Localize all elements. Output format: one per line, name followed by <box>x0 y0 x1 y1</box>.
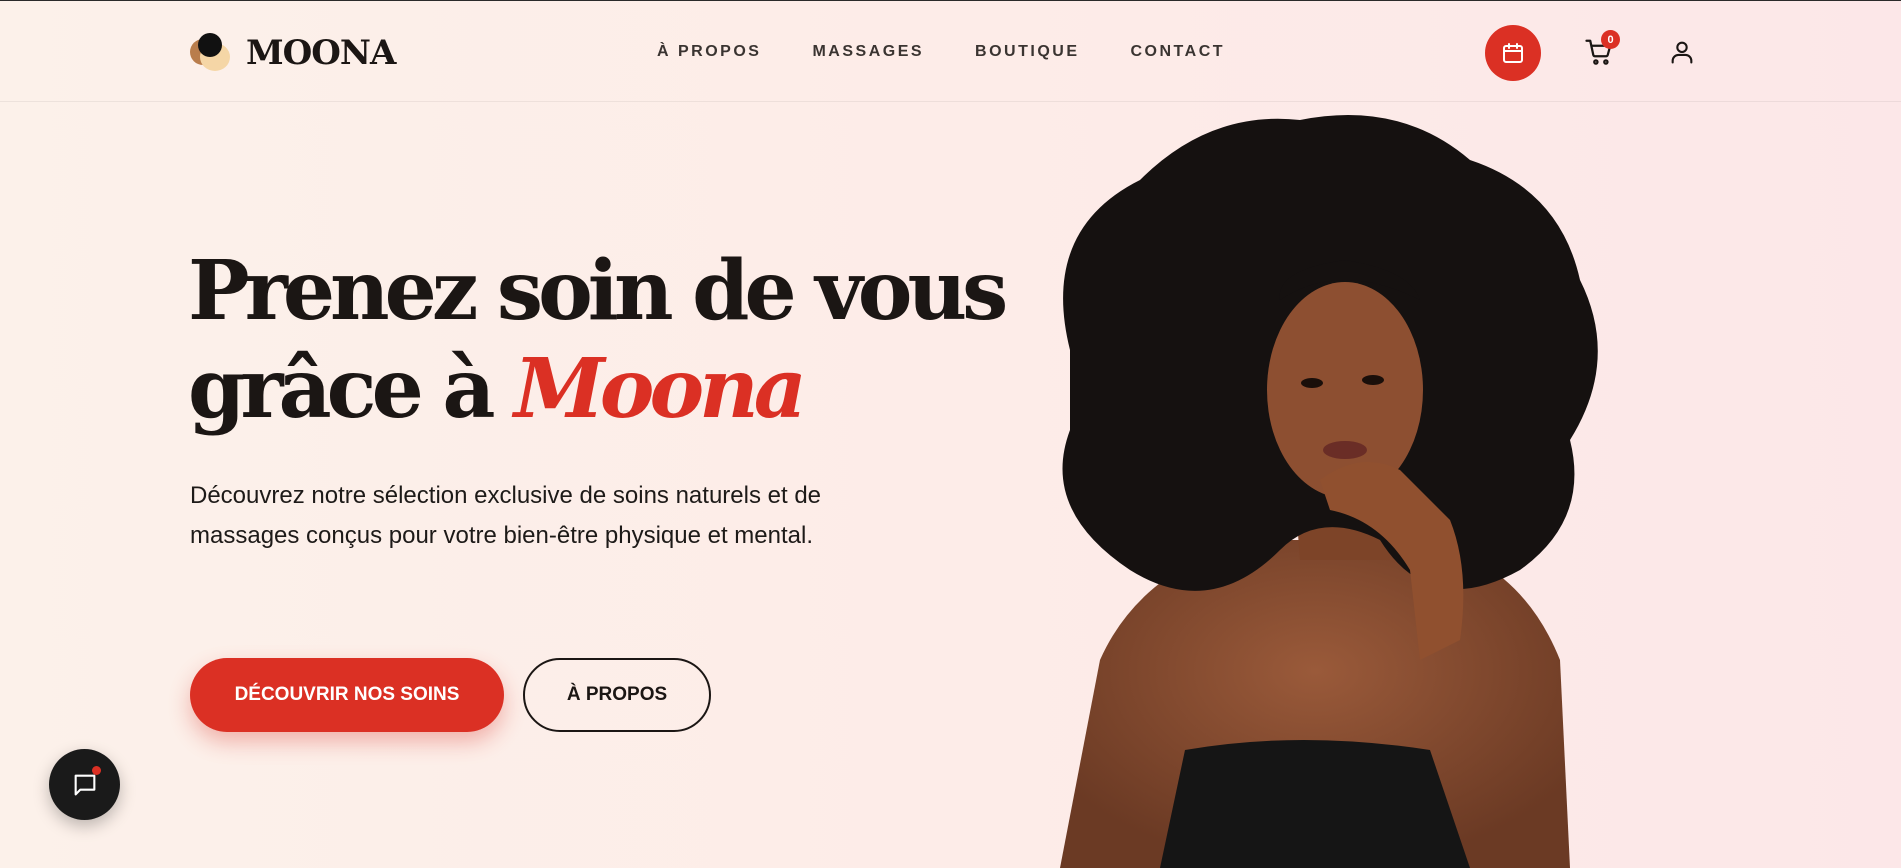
hero-portrait-image <box>1060 115 1598 868</box>
hero-title: Prenez soin de vous grâce à Moona <box>188 242 1008 438</box>
account-button[interactable] <box>1666 35 1698 69</box>
nav-item-massages[interactable]: MASSAGES <box>812 43 924 61</box>
hero-title-accent: Moona <box>514 341 807 437</box>
chat-notification-dot <box>92 766 101 775</box>
about-button[interactable]: À PROPOS <box>523 658 711 732</box>
nav-item-a-propos[interactable]: À PROPOS <box>657 43 761 61</box>
logo-mark-icon <box>190 31 234 75</box>
nav-item-boutique[interactable]: BOUTIQUE <box>975 43 1079 61</box>
main-nav: À PROPOS MASSAGES BOUTIQUE CONTACT <box>657 43 1276 61</box>
site-header: MOONA À PROPOS MASSAGES BOUTIQUE CONTACT… <box>0 1 1901 102</box>
brand-name: MOONA <box>246 33 396 73</box>
user-icon <box>1671 41 1693 64</box>
booking-button[interactable] <box>1485 25 1541 81</box>
brand-logo[interactable]: MOONA <box>190 31 396 75</box>
hero-description: Découvrez notre sélection exclusive de s… <box>190 482 822 549</box>
calendar-icon <box>1503 43 1523 63</box>
discover-treatments-button[interactable]: DÉCOUVRIR NOS SOINS <box>190 658 504 732</box>
cart-count-badge: 0 <box>1601 30 1620 49</box>
chat-button[interactable] <box>49 749 120 820</box>
cart-button[interactable]: 0 <box>1580 30 1620 69</box>
hero-title-line2-prefix: grâce à <box>188 341 514 437</box>
nav-item-contact[interactable]: CONTACT <box>1131 43 1226 61</box>
hero-title-line1: Prenez soin de vous <box>188 243 1008 339</box>
